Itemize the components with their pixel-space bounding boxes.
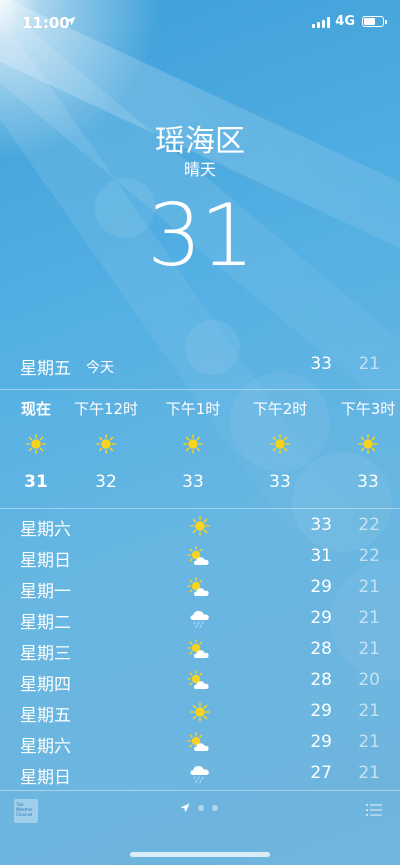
hourly-forecast[interactable]: 现在 31 下午12时 32 下午1时 33 下午2时 33 下午3时 33 — [0, 390, 400, 508]
daily-day: 星期四 — [20, 675, 71, 695]
daily-low: 21 — [358, 763, 380, 783]
sun-icon — [270, 434, 290, 454]
daily-low: 21 — [358, 701, 380, 721]
weather-channel-logo[interactable]: The Weather Channel — [14, 799, 38, 823]
daily-high: 29 — [310, 732, 332, 752]
cellular-signal-icon — [312, 17, 330, 28]
partly-cloudy-icon — [187, 732, 213, 754]
hour-temp: 33 — [269, 472, 291, 492]
hour-temp: 32 — [95, 472, 117, 492]
daily-low: 21 — [358, 608, 380, 628]
daily-row: 星期日 27 21 — [0, 760, 400, 791]
rain-cloud-icon — [187, 608, 213, 630]
hour-temp: 33 — [182, 472, 204, 492]
clock: 11:00 — [22, 14, 70, 32]
daily-high: 33 — [310, 515, 332, 535]
partly-cloudy-icon — [187, 639, 213, 661]
hour-time: 下午2时 — [252, 400, 308, 418]
hour-time: 现在 — [20, 400, 51, 418]
weather-condition: 晴天 — [183, 160, 216, 179]
daily-high: 29 — [310, 701, 332, 721]
partly-cloudy-icon — [187, 670, 213, 692]
daily-day: 星期六 — [20, 520, 71, 540]
daily-row: 星期二 29 21 — [0, 605, 400, 636]
daily-low: 21 — [358, 577, 380, 597]
location-arrow-icon — [66, 16, 76, 26]
partly-cloudy-icon — [187, 577, 213, 599]
sun-icon — [358, 434, 378, 454]
today-summary: 星期五 今天 33 21 — [0, 354, 400, 382]
partly-cloudy-icon — [187, 546, 213, 568]
daily-high: 27 — [310, 763, 332, 783]
divider — [0, 508, 400, 509]
sun-icon — [190, 702, 210, 722]
daily-row: 星期日 31 22 — [0, 543, 400, 574]
sun-icon — [26, 434, 46, 454]
current-temperature: 31 — [147, 186, 254, 286]
list-icon[interactable] — [366, 803, 382, 817]
location-name: 瑶海区 — [155, 124, 245, 159]
battery-icon — [362, 16, 387, 27]
hour-temp: 31 — [24, 472, 48, 492]
status-bar: 11:00 4G — [0, 0, 400, 44]
rain-cloud-icon — [187, 763, 213, 785]
daily-high: 28 — [310, 670, 332, 690]
daily-row: 星期六 33 22 — [0, 512, 400, 543]
today-low: 21 — [358, 354, 380, 374]
location-arrow-icon — [180, 803, 190, 813]
daily-day: 星期日 — [20, 551, 71, 571]
daily-high: 31 — [310, 546, 332, 566]
daily-low: 21 — [358, 639, 380, 659]
daily-row: 星期五 29 21 — [0, 698, 400, 729]
daily-high: 29 — [310, 577, 332, 597]
hour-time: 下午3时 — [340, 400, 396, 418]
sun-icon — [183, 434, 203, 454]
sun-icon — [190, 516, 210, 536]
daily-day: 星期六 — [20, 737, 71, 757]
network-type: 4G — [335, 14, 355, 29]
daily-day: 星期一 — [20, 582, 71, 602]
hour-time: 下午12时 — [73, 400, 139, 418]
today-label: 今天 — [86, 360, 114, 376]
daily-day: 星期日 — [20, 768, 71, 788]
hour-time: 下午1时 — [165, 400, 221, 418]
divider — [0, 790, 400, 791]
page-dot — [212, 805, 218, 811]
page-indicator[interactable] — [180, 803, 218, 813]
daily-low: 21 — [358, 732, 380, 752]
daily-low: 20 — [358, 670, 380, 690]
daily-row: 星期六 29 21 — [0, 729, 400, 760]
weather-channel-logo-text: The Weather Channel — [16, 802, 33, 817]
today-day: 星期五 — [20, 359, 71, 379]
daily-low: 22 — [358, 546, 380, 566]
daily-row: 星期四 28 20 — [0, 667, 400, 698]
daily-row: 星期一 29 21 — [0, 574, 400, 605]
hour-temp: 33 — [357, 472, 379, 492]
daily-high: 28 — [310, 639, 332, 659]
home-indicator[interactable] — [130, 852, 270, 857]
sun-icon — [96, 434, 116, 454]
page-dot — [198, 805, 204, 811]
daily-high: 29 — [310, 608, 332, 628]
daily-day: 星期二 — [20, 613, 71, 633]
daily-low: 22 — [358, 515, 380, 535]
daily-day: 星期三 — [20, 644, 71, 664]
daily-day: 星期五 — [20, 706, 71, 726]
today-high: 33 — [310, 354, 332, 374]
daily-row: 星期三 28 21 — [0, 636, 400, 667]
